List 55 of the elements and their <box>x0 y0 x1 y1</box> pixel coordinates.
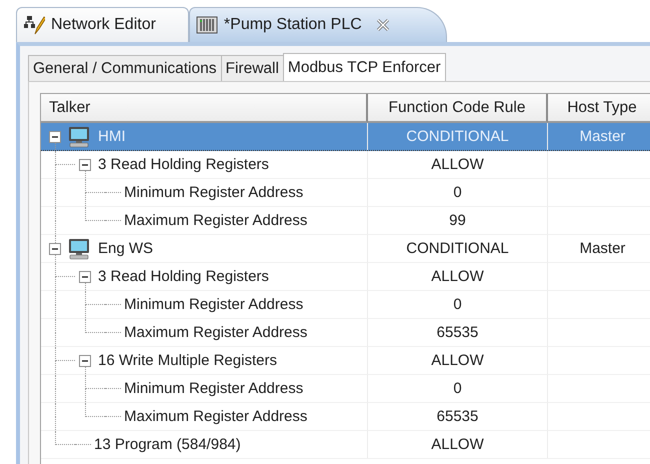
computer-icon <box>67 238 91 260</box>
talker-text: Minimum Register Address <box>123 380 304 397</box>
tree-row[interactable]: Maximum Register Address 65535 <box>41 403 650 431</box>
talker-text: Maximum Register Address <box>123 212 308 229</box>
column-header[interactable]: Function Code Rule <box>368 94 548 123</box>
section-tab[interactable]: General / Communications <box>28 55 222 81</box>
rule-text: 99 <box>449 212 466 229</box>
host-type-text: Master <box>580 128 626 145</box>
talker-text: Minimum Register Address <box>123 296 304 313</box>
close-icon[interactable] <box>376 18 390 32</box>
tree-row[interactable]: Minimum Register Address 0 <box>41 375 650 403</box>
talker-text: 16 Write Multiple Registers <box>97 352 277 369</box>
talker-text: 3 Read Holding Registers <box>97 156 269 173</box>
rule-text: CONDITIONAL <box>406 128 509 145</box>
rule-text: 0 <box>453 296 462 313</box>
tree-row[interactable]: 13 Program (584/984) ALLOW <box>41 431 650 459</box>
rule-text: 0 <box>453 380 462 397</box>
rack-icon <box>196 15 218 35</box>
tree-row[interactable]: 3 Read Holding Registers ALLOW <box>41 263 650 291</box>
rule-text: CONDITIONAL <box>406 240 509 257</box>
rule-text: ALLOW <box>431 156 484 173</box>
section-tab[interactable]: Firewall <box>220 55 284 81</box>
talker-text: Maximum Register Address <box>123 324 308 341</box>
computer-icon <box>67 126 91 148</box>
rule-text: 65535 <box>436 324 478 341</box>
editor-tab[interactable]: Network Editor <box>16 7 189 42</box>
collapse-icon[interactable] <box>79 354 91 366</box>
talker-text: Minimum Register Address <box>123 184 304 201</box>
column-header[interactable]: Host Type <box>548 94 650 123</box>
tree-row[interactable]: Maximum Register Address 99 <box>41 207 650 235</box>
collapse-icon[interactable] <box>79 158 91 170</box>
talker-text: Maximum Register Address <box>123 408 308 425</box>
talker-text: Eng WS <box>97 240 154 257</box>
tree-row[interactable]: 16 Write Multiple Registers ALLOW <box>41 347 650 375</box>
talker-text: 3 Read Holding Registers <box>97 268 269 285</box>
tree-row[interactable]: Minimum Register Address 0 <box>41 291 650 319</box>
tree-row[interactable]: Maximum Register Address 65535 <box>41 319 650 347</box>
rule-text: 0 <box>453 184 462 201</box>
rule-text: ALLOW <box>431 352 484 369</box>
tree-row[interactable]: Minimum Register Address 0 <box>41 179 650 207</box>
network-pencil-icon <box>23 15 45 35</box>
column-header[interactable]: Talker <box>41 94 368 123</box>
tree-row[interactable]: Eng WS CONDITIONAL Master <box>41 235 650 263</box>
rule-text: ALLOW <box>431 268 484 285</box>
talker-text: HMI <box>97 128 126 145</box>
talker-text: 13 Program (584/984) <box>93 436 241 453</box>
section-tab[interactable]: Modbus TCP Enforcer <box>282 53 446 81</box>
tree-row[interactable]: 3 Read Holding Registers ALLOW <box>41 151 650 179</box>
rule-text: ALLOW <box>431 436 484 453</box>
rule-text: 65535 <box>436 408 478 425</box>
editor-tab[interactable]: *Pump Station PLC <box>188 7 447 42</box>
host-type-text: Master <box>580 240 626 257</box>
collapse-icon[interactable] <box>79 270 91 282</box>
collapse-icon[interactable] <box>49 242 61 254</box>
collapse-icon[interactable] <box>49 130 61 142</box>
